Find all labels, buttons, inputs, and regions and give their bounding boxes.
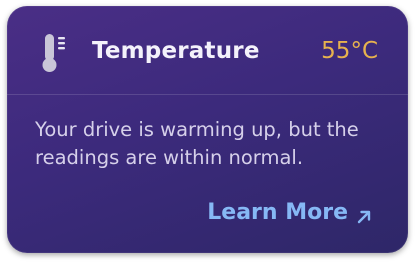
card-title: Temperature: [92, 38, 260, 64]
arrow-up-right-icon: [356, 205, 372, 224]
temperature-value: 55°C: [321, 38, 378, 64]
temperature-card: Temperature 55°C Your drive is warming u…: [7, 6, 408, 253]
thermometer-icon: [41, 32, 71, 74]
card-header: Temperature 55°C: [7, 6, 408, 95]
status-message: Your drive is warming up, but the readin…: [35, 118, 359, 169]
learn-more-label: Learn More: [207, 200, 348, 225]
learn-more-link[interactable]: Learn More: [207, 199, 372, 227]
